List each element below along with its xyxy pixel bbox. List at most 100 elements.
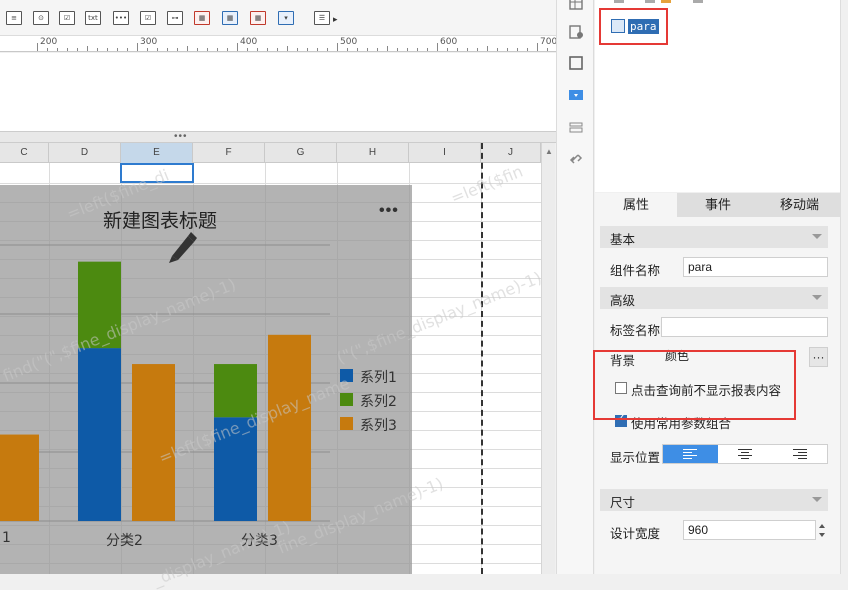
more-chevron-icon[interactable]: ▸: [333, 14, 338, 25]
chart-bar[interactable]: [214, 364, 257, 418]
tab-events[interactable]: 事件: [677, 193, 759, 217]
frame-icon[interactable]: [568, 55, 584, 71]
column-header-d[interactable]: D: [49, 143, 121, 163]
date-widget-icon[interactable]: ▦: [194, 11, 210, 25]
section-advanced[interactable]: 高级: [600, 287, 828, 309]
ruler-tick: [57, 48, 58, 51]
align-center-button[interactable]: [718, 445, 773, 463]
column-header-j[interactable]: J: [481, 143, 541, 163]
table-widget-icon[interactable]: ▦: [222, 11, 238, 25]
ruler-tick: [357, 48, 358, 51]
ruler-tick: [337, 43, 338, 51]
ruler-tick: [547, 48, 548, 51]
parameter-pane[interactable]: [0, 53, 556, 131]
column-header: C D E F G H I J: [0, 143, 541, 163]
align-left-button[interactable]: [663, 445, 718, 463]
ruler-tick: [477, 48, 478, 51]
time-widget-icon[interactable]: ▦: [250, 11, 266, 25]
category-label: 分类2: [106, 533, 143, 549]
chart-bar[interactable]: [0, 434, 39, 521]
ruler-tick: [307, 48, 308, 51]
column-header-e[interactable]: E: [121, 143, 193, 163]
ruler-label: 300: [140, 37, 158, 47]
chart-more-icon[interactable]: •••: [379, 202, 399, 220]
align-right-icon: [793, 449, 807, 459]
column-header-g[interactable]: G: [265, 143, 337, 163]
chart-bar[interactable]: [132, 364, 175, 521]
chevron-down-icon: [812, 234, 822, 239]
highlight-box-options: [593, 350, 796, 420]
designer-toolbar: ≡ ⊙ ☑ txt ••• ☑ ⊶ ▦ ▦ ▦ ▾ ☰ ▸: [0, 0, 556, 36]
ruler-tick: [497, 48, 498, 51]
combo-widget-icon[interactable]: [568, 87, 584, 103]
chart-bar[interactable]: [268, 334, 311, 521]
ruler-tick: [107, 48, 108, 51]
page-boundary-line: [481, 143, 483, 574]
column-header-f[interactable]: F: [193, 143, 265, 163]
ruler-tick: [237, 43, 238, 51]
checkbox-group-icon[interactable]: ☑: [59, 11, 75, 25]
ruler-tick: [227, 48, 228, 51]
tag-name-field[interactable]: [661, 317, 828, 337]
ruler-tick: [537, 43, 538, 51]
panel-scrollbar[interactable]: [840, 0, 848, 574]
tab-mobile[interactable]: 移动端: [759, 193, 840, 217]
ruler-tick: [147, 48, 148, 51]
tree-toolbar-icon[interactable]: [661, 0, 671, 3]
tag-name-label: 标签名称: [610, 324, 661, 338]
tab-widget-icon[interactable]: [568, 119, 584, 135]
tree-toolbar-icon[interactable]: [614, 0, 624, 3]
ruler-tick: [527, 48, 528, 51]
ruler-tick: [277, 48, 278, 51]
query-button-icon[interactable]: ☰: [314, 11, 330, 25]
report-icon[interactable]: [568, 24, 584, 40]
grid-table-icon[interactable]: [568, 0, 584, 11]
column-header-i[interactable]: I: [409, 143, 481, 163]
align-left-icon: [683, 449, 697, 459]
radio-widget-icon[interactable]: ⊙: [33, 11, 49, 25]
section-size[interactable]: 尺寸: [600, 489, 828, 511]
ruler-tick: [327, 48, 328, 51]
ruler-label: 200: [40, 37, 58, 47]
design-width-spinner[interactable]: [816, 520, 828, 541]
ruler-tick: [267, 48, 268, 51]
align-right-button[interactable]: [773, 445, 828, 463]
column-header-h[interactable]: H: [337, 143, 409, 163]
pane-splitter[interactable]: [0, 131, 556, 143]
widget-name-label: 组件名称: [610, 264, 661, 278]
ruler-tick: [77, 48, 78, 51]
ruler-tick: [437, 43, 438, 51]
section-basic[interactable]: 基本: [600, 226, 828, 248]
ruler-tick: [447, 48, 448, 51]
tree-toolbar-icon[interactable]: [645, 0, 655, 3]
ruler-tick: [217, 48, 218, 51]
design-width-field[interactable]: 960: [683, 520, 816, 540]
checkbox-widget-icon[interactable]: ☑: [140, 11, 156, 25]
widget-name-field[interactable]: para: [683, 257, 828, 277]
display-position-group: [662, 444, 828, 464]
ruler-tick: [47, 48, 48, 51]
background-more-button[interactable]: ···: [809, 347, 828, 367]
chevron-down-icon: [812, 295, 822, 300]
tab-properties[interactable]: 属性: [595, 193, 677, 217]
chart-bar[interactable]: [78, 348, 121, 521]
highlight-box-tree: [599, 8, 668, 45]
scroll-up-icon[interactable]: ▲: [545, 147, 553, 156]
component-icon-strip: [556, 0, 594, 574]
column-header-c[interactable]: C: [0, 143, 49, 163]
password-widget-icon[interactable]: •••: [113, 11, 129, 25]
horizontal-ruler: 200 300 400 500 600 700: [0, 36, 557, 52]
align-icon[interactable]: ≡: [6, 11, 22, 25]
pencil-edit-icon[interactable]: [166, 230, 198, 264]
link-icon[interactable]: [568, 151, 584, 167]
grid-vertical-scrollbar[interactable]: ▲: [541, 143, 555, 574]
tree-widget-icon[interactable]: ⊶: [167, 11, 183, 25]
text-widget-icon[interactable]: txt: [85, 11, 101, 25]
dropdown-widget-icon[interactable]: ▾: [278, 11, 294, 25]
ruler-tick: [287, 46, 288, 51]
legend-label: 系列1: [360, 370, 397, 386]
tree-toolbar-icon[interactable]: [693, 0, 703, 3]
ruler-tick: [177, 48, 178, 51]
ruler-tick: [127, 48, 128, 51]
ruler-tick: [467, 48, 468, 51]
